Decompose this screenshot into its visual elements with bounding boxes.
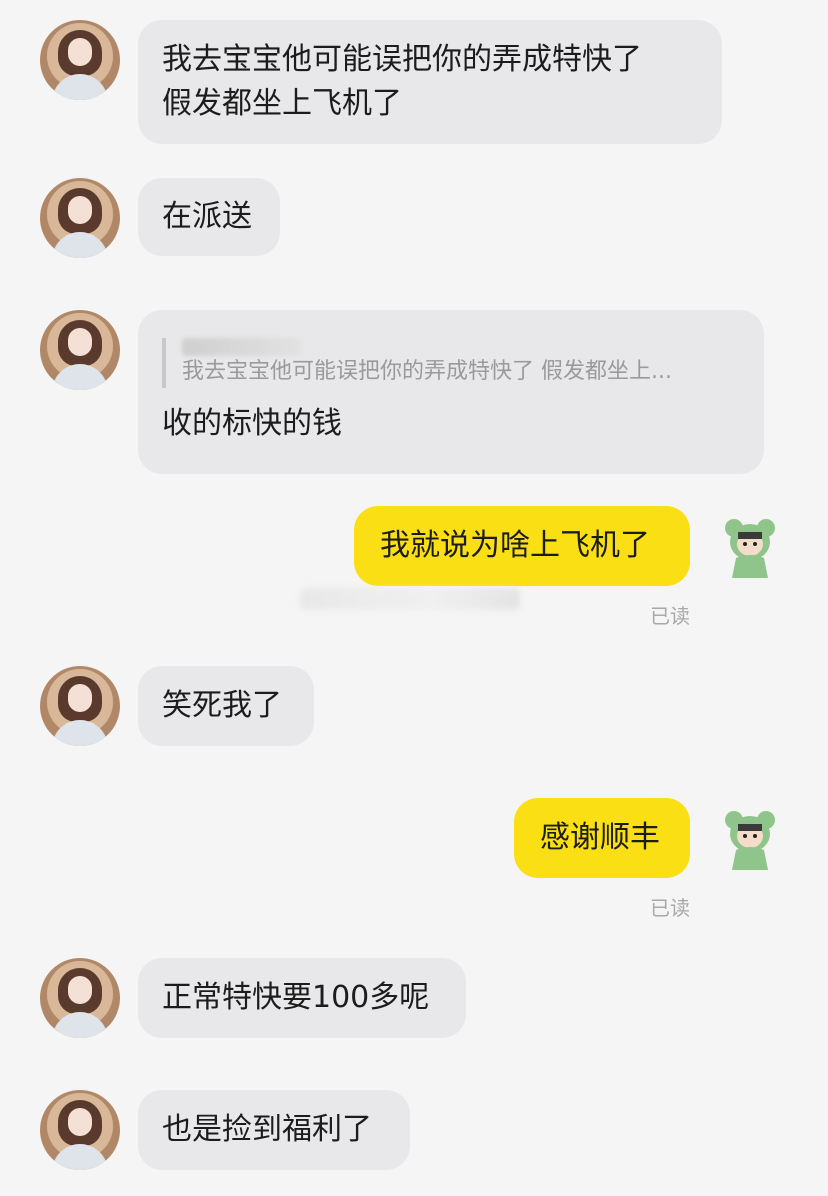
- frog-avatar-icon[interactable]: [718, 808, 782, 872]
- contact-avatar[interactable]: [40, 310, 120, 390]
- contact-avatar[interactable]: [40, 958, 120, 1038]
- message-bubble-outgoing[interactable]: 我就说为啥上飞机了: [354, 506, 690, 586]
- message-bubble-outgoing[interactable]: 感谢顺丰: [514, 798, 690, 878]
- quoted-sender-redacted: [182, 338, 302, 356]
- quoted-text: 我去宝宝他可能误把你的弄成特快了 假发都坐上...: [182, 359, 672, 384]
- message-text: 笑死我了: [162, 688, 282, 723]
- message-bubble-incoming[interactable]: 我去宝宝他可能误把你的弄成特快了 假发都坐上飞机了: [138, 20, 722, 144]
- read-status: 已读: [650, 896, 690, 920]
- message-text: 正常特快要100多呢: [162, 980, 430, 1015]
- contact-avatar[interactable]: [40, 20, 120, 100]
- message-text: 也是捡到福利了: [162, 1112, 372, 1147]
- message-text: 我就说为啥上飞机了: [380, 528, 650, 563]
- contact-avatar[interactable]: [40, 178, 120, 258]
- read-status: 已读: [650, 604, 690, 628]
- message-bubble-incoming[interactable]: 也是捡到福利了: [138, 1090, 410, 1170]
- message-text: 感谢顺丰: [540, 820, 660, 855]
- quoted-message[interactable]: 我去宝宝他可能误把你的弄成特快了 假发都坐上...: [162, 338, 740, 388]
- redacted-area: [300, 588, 520, 610]
- frog-avatar-icon[interactable]: [718, 516, 782, 580]
- message-bubble-incoming[interactable]: 我去宝宝他可能误把你的弄成特快了 假发都坐上... 收的标快的钱: [138, 310, 764, 474]
- message-text: 我去宝宝他可能误把你的弄成特快了: [162, 42, 642, 77]
- message-text: 假发都坐上飞机了: [162, 86, 402, 121]
- contact-avatar[interactable]: [40, 666, 120, 746]
- message-bubble-incoming[interactable]: 笑死我了: [138, 666, 314, 746]
- contact-avatar[interactable]: [40, 1090, 120, 1170]
- message-bubble-incoming[interactable]: 正常特快要100多呢: [138, 958, 466, 1038]
- message-text: 收的标快的钱: [162, 406, 342, 441]
- message-bubble-incoming[interactable]: 在派送: [138, 178, 280, 256]
- message-text: 在派送: [162, 199, 252, 234]
